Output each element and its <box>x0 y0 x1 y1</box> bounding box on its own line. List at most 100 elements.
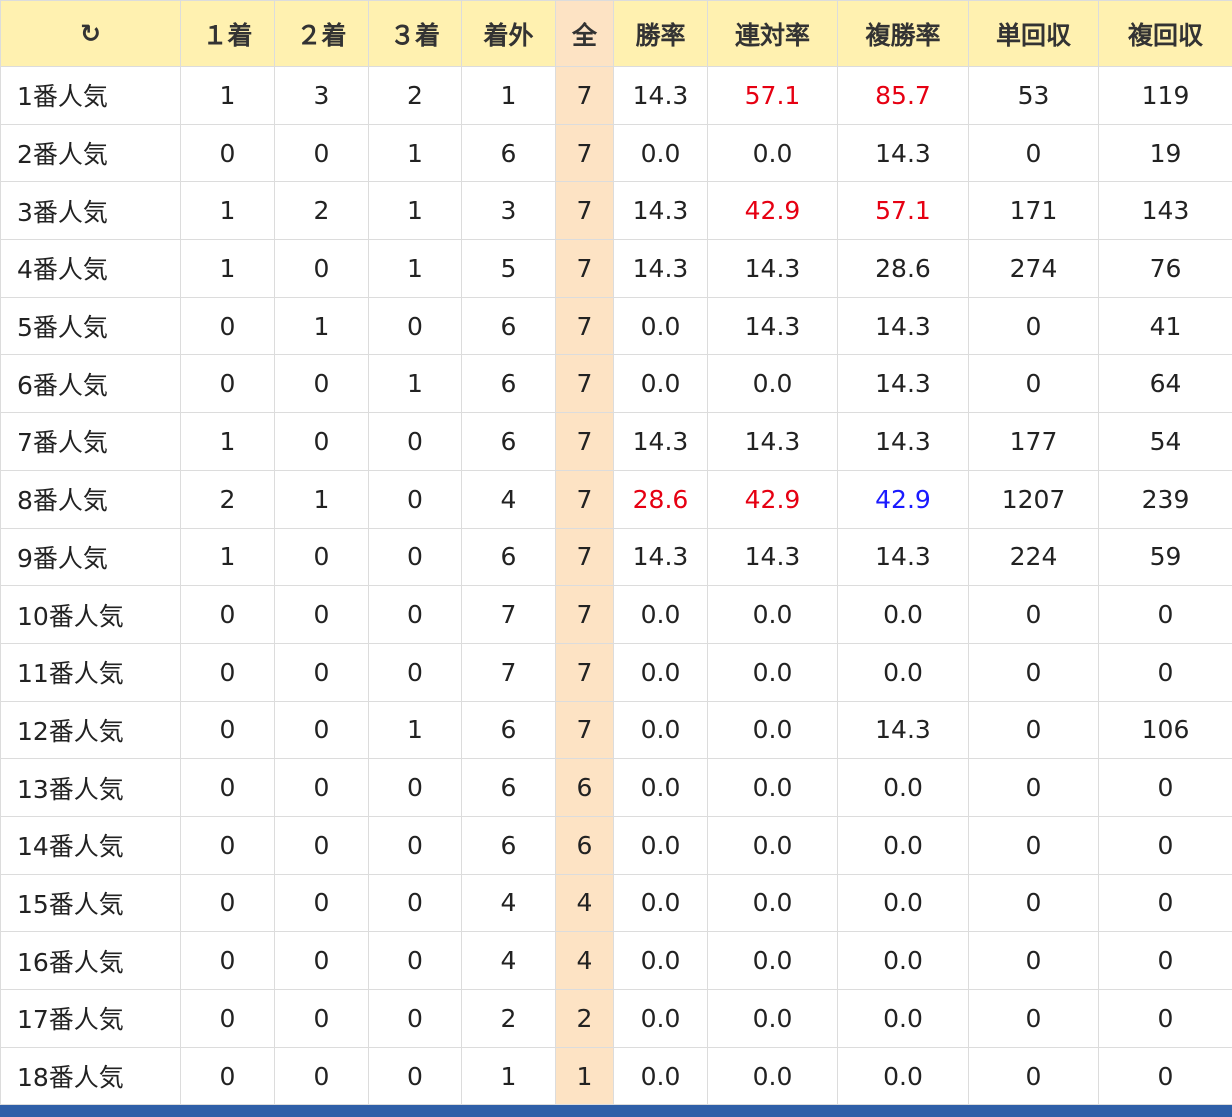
win-return-cell: 0 <box>968 642 1099 702</box>
win-return-cell: 53 <box>968 66 1099 125</box>
third-count-cell: 1 <box>368 181 462 241</box>
col-header-win-rate[interactable]: 勝率 <box>613 0 708 67</box>
out-count-cell: 6 <box>461 412 556 471</box>
third-count-cell: 1 <box>368 239 462 298</box>
popularity-label: 6番人気 <box>0 354 181 414</box>
third-count-cell: 0 <box>368 527 462 587</box>
win-rate-cell: 0.0 <box>613 989 708 1048</box>
win-rate-cell: 0.0 <box>613 585 708 644</box>
total-count-cell: 7 <box>555 181 614 241</box>
quinella-rate-cell: 57.1 <box>707 66 838 125</box>
first-count-cell: 0 <box>180 758 275 817</box>
table-row: 10番人気 0 0 0 7 7 0.0 0.0 0.0 0 0 <box>0 585 1232 644</box>
col-header-out[interactable]: 着外 <box>461 0 556 67</box>
total-count-cell: 7 <box>555 123 614 183</box>
col-header-quinella-rate[interactable]: 連対率 <box>707 0 838 67</box>
place-return-cell: 239 <box>1098 469 1232 529</box>
win-rate-cell: 14.3 <box>613 412 708 471</box>
win-rate-cell: 0.0 <box>613 815 708 875</box>
out-count-cell: 7 <box>461 642 556 702</box>
first-count-cell: 1 <box>180 527 275 587</box>
first-count-cell: 1 <box>180 239 275 298</box>
popularity-label: 14番人気 <box>0 815 181 875</box>
total-count-cell: 1 <box>555 1046 614 1106</box>
third-count-cell: 1 <box>368 354 462 414</box>
second-count-cell: 0 <box>274 931 369 990</box>
col-header-place-rate[interactable]: 複勝率 <box>837 0 969 67</box>
place-rate-cell: 14.3 <box>837 296 969 356</box>
win-rate-cell: 0.0 <box>613 642 708 702</box>
sort-reset-cell[interactable]: ↻ <box>0 0 181 67</box>
win-return-cell: 0 <box>968 354 1099 414</box>
win-rate-cell: 28.6 <box>613 469 708 529</box>
out-count-cell: 1 <box>461 66 556 125</box>
col-header-2nd[interactable]: ２着 <box>274 0 369 67</box>
popularity-label: 1番人気 <box>0 66 181 125</box>
col-header-total[interactable]: 全 <box>555 0 614 67</box>
total-count-cell: 7 <box>555 354 614 414</box>
second-count-cell: 0 <box>274 1046 369 1106</box>
out-count-cell: 6 <box>461 815 556 875</box>
first-count-cell: 0 <box>180 642 275 702</box>
table-row: 9番人気 1 0 0 6 7 14.3 14.3 14.3 224 59 <box>0 527 1232 587</box>
total-count-cell: 4 <box>555 873 614 933</box>
refresh-icon[interactable]: ↻ <box>80 19 101 48</box>
place-return-cell: 0 <box>1098 758 1232 817</box>
third-count-cell: 0 <box>368 758 462 817</box>
place-rate-cell: 14.3 <box>837 354 969 414</box>
col-header-win-return[interactable]: 単回収 <box>968 0 1099 67</box>
third-count-cell: 0 <box>368 469 462 529</box>
total-count-cell: 7 <box>555 469 614 529</box>
first-count-cell: 0 <box>180 585 275 644</box>
out-count-cell: 6 <box>461 296 556 356</box>
third-count-cell: 0 <box>368 296 462 356</box>
second-count-cell: 0 <box>274 527 369 587</box>
table-row: 6番人気 0 0 1 6 7 0.0 0.0 14.3 0 64 <box>0 354 1232 414</box>
col-header-1st[interactable]: １着 <box>180 0 275 67</box>
win-rate-cell: 0.0 <box>613 700 708 760</box>
first-count-cell: 0 <box>180 931 275 990</box>
third-count-cell: 0 <box>368 815 462 875</box>
place-return-cell: 64 <box>1098 354 1232 414</box>
first-count-cell: 0 <box>180 989 275 1048</box>
first-count-cell: 0 <box>180 354 275 414</box>
win-rate-cell: 0.0 <box>613 931 708 990</box>
out-count-cell: 6 <box>461 123 556 183</box>
table-row: 8番人気 2 1 0 4 7 28.6 42.9 42.9 1207 239 <box>0 469 1232 529</box>
quinella-rate-cell: 0.0 <box>707 873 838 933</box>
total-count-cell: 6 <box>555 815 614 875</box>
second-count-cell: 0 <box>274 989 369 1048</box>
win-return-cell: 0 <box>968 758 1099 817</box>
third-count-cell: 1 <box>368 700 462 760</box>
total-count-cell: 6 <box>555 758 614 817</box>
popularity-label: 4番人気 <box>0 239 181 298</box>
place-rate-cell: 0.0 <box>837 758 969 817</box>
place-return-cell: 0 <box>1098 989 1232 1048</box>
first-count-cell: 1 <box>180 412 275 471</box>
popularity-label: 3番人気 <box>0 181 181 241</box>
table-row: 1番人気 1 3 2 1 7 14.3 57.1 85.7 53 119 <box>0 66 1232 125</box>
col-header-3rd[interactable]: ３着 <box>368 0 462 67</box>
quinella-rate-cell: 0.0 <box>707 700 838 760</box>
total-count-cell: 4 <box>555 931 614 990</box>
quinella-rate-cell: 0.0 <box>707 585 838 644</box>
place-return-cell: 41 <box>1098 296 1232 356</box>
win-rate-cell: 0.0 <box>613 758 708 817</box>
total-count-cell: 7 <box>555 239 614 298</box>
win-return-cell: 0 <box>968 931 1099 990</box>
first-count-cell: 0 <box>180 296 275 356</box>
popularity-label: 18番人気 <box>0 1046 181 1106</box>
place-rate-cell: 14.3 <box>837 123 969 183</box>
place-rate-cell: 14.3 <box>837 527 969 587</box>
out-count-cell: 6 <box>461 354 556 414</box>
place-rate-cell: 0.0 <box>837 873 969 933</box>
second-count-cell: 0 <box>274 239 369 298</box>
place-return-cell: 76 <box>1098 239 1232 298</box>
out-count-cell: 7 <box>461 585 556 644</box>
table-row: 15番人気 0 0 0 4 4 0.0 0.0 0.0 0 0 <box>0 873 1232 933</box>
win-rate-cell: 0.0 <box>613 354 708 414</box>
table-row: 3番人気 1 2 1 3 7 14.3 42.9 57.1 171 143 <box>0 181 1232 241</box>
second-count-cell: 0 <box>274 412 369 471</box>
place-return-cell: 54 <box>1098 412 1232 471</box>
col-header-place-return[interactable]: 複回収 <box>1098 0 1232 67</box>
